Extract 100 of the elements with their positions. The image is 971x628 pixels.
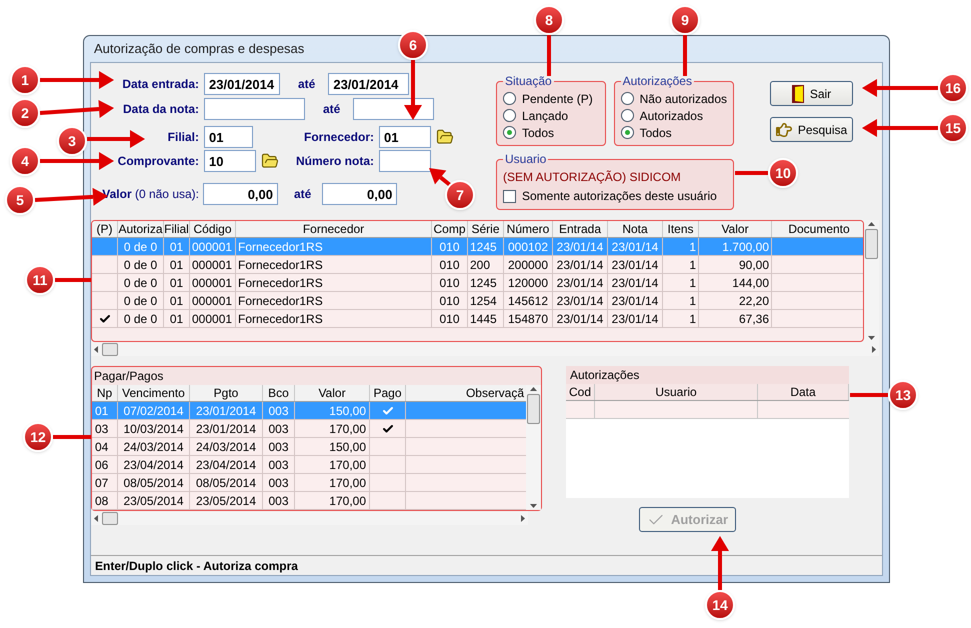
input-field[interactable] <box>353 98 434 120</box>
scroll-thumb[interactable] <box>865 229 878 259</box>
vertical-scrollbar[interactable] <box>526 385 541 510</box>
column-header[interactable]: Bco <box>263 385 295 401</box>
column-header[interactable]: Usuario <box>595 384 758 400</box>
column-header[interactable]: Código <box>190 221 236 237</box>
radio-button[interactable] <box>620 109 634 122</box>
column-header[interactable]: (P) <box>92 221 118 237</box>
scroll-right-icon[interactable] <box>521 514 525 522</box>
scroll-left-icon[interactable] <box>94 514 98 522</box>
scroll-up-icon[interactable] <box>530 387 537 391</box>
exit-button[interactable]: Sair <box>770 81 853 106</box>
column-header[interactable]: Número <box>504 221 553 237</box>
leader-line <box>850 393 888 397</box>
horizontal-scrollbar[interactable] <box>91 511 528 525</box>
group-title: Usuario <box>504 151 548 168</box>
column-header[interactable]: Entrada <box>553 221 608 237</box>
table-row[interactable]: 08 23/05/2014 23/05/2014 003 170,00 <box>92 492 526 510</box>
vertical-scrollbar[interactable] <box>864 220 879 342</box>
search-button[interactable]: Pesquisa <box>770 117 853 142</box>
column-header[interactable]: Nota <box>608 221 663 237</box>
table-row[interactable]: 0 de 0 01 000001 Fornecedor1RS 010 200 200000 23/01/14 23/01/14 1 90,00 <box>92 256 863 274</box>
scroll-left-icon[interactable] <box>94 346 98 352</box>
checkbox-label: Somente autorizações deste usuário <box>522 188 717 205</box>
radio-label: Lançado <box>522 108 568 124</box>
scroll-thumb[interactable] <box>102 342 118 356</box>
column-header[interactable]: Itens <box>663 221 699 237</box>
scroll-thumb[interactable] <box>102 512 118 524</box>
door-icon <box>792 84 804 102</box>
column-header[interactable]: Comp <box>432 221 468 237</box>
leader-line <box>683 35 687 76</box>
table-row[interactable]: 06 23/04/2014 23/04/2014 003 170,00 <box>92 456 526 474</box>
table-row[interactable]: 04 24/03/2014 24/03/2014 003 150,00 <box>92 438 526 456</box>
column-header[interactable]: Pago <box>370 385 406 401</box>
leader-line <box>547 35 551 76</box>
column-header[interactable]: Np <box>92 385 118 401</box>
table-row[interactable]: 07 08/05/2014 08/05/2014 003 170,00 <box>92 474 526 492</box>
leader-line <box>53 435 91 439</box>
callout-badge: 5 <box>5 185 35 215</box>
check-icon <box>98 312 110 324</box>
input-field[interactable]: 01 <box>379 126 431 148</box>
radio-button[interactable] <box>620 92 634 105</box>
callout-arrow <box>711 536 729 590</box>
column-header[interactable]: Valor <box>295 385 370 401</box>
column-header[interactable]: Vencimento <box>118 385 190 401</box>
panel-title: Pagar/Pagos <box>93 368 164 385</box>
table-cell: 003 <box>263 492 295 510</box>
input-field[interactable]: 01 <box>204 126 253 148</box>
radio-button[interactable] <box>620 126 634 139</box>
callout-badge: 9 <box>670 5 700 35</box>
folder-icon[interactable] <box>261 152 279 170</box>
scroll-thumb[interactable] <box>527 394 540 424</box>
table-cell: 154870 <box>504 310 553 328</box>
callout-arrow <box>87 130 145 148</box>
field-label: Data entrada: <box>122 76 199 93</box>
column-header[interactable]: Data <box>758 384 849 400</box>
scroll-down-icon[interactable] <box>868 336 875 340</box>
scroll-right-icon[interactable] <box>872 346 876 352</box>
column-header[interactable]: Valor <box>699 221 772 237</box>
field-label: Fornecedor: <box>304 129 374 146</box>
table-row[interactable]: 0 de 0 01 000001 Fornecedor1RS 010 1445 154870 23/01/14 23/01/14 1 67,36 <box>92 310 863 328</box>
input-field[interactable]: 23/01/2014 <box>204 73 280 95</box>
table-row[interactable]: 0 de 0 01 000001 Fornecedor1RS 010 1254 145612 23/01/14 23/01/14 1 22,20 <box>92 292 863 310</box>
checkbox[interactable] <box>503 190 516 202</box>
table-row[interactable]: 0 de 0 01 000001 Fornecedor1RS 010 1245 120000 23/01/14 23/01/14 1 144,00 <box>92 274 863 292</box>
folder-icon[interactable] <box>436 128 454 146</box>
radio-button[interactable] <box>503 92 516 105</box>
pointing-hand-icon <box>776 122 792 138</box>
radio-button[interactable] <box>503 126 516 139</box>
column-header[interactable]: Série <box>468 221 504 237</box>
field-label: até <box>298 76 316 93</box>
radio-label: Todos <box>640 124 672 142</box>
table-row[interactable]: 03 10/03/2014 23/01/2014 003 170,00 <box>92 420 526 438</box>
scroll-up-icon[interactable] <box>868 222 875 226</box>
input-field[interactable] <box>379 150 431 172</box>
check-icon <box>382 422 394 434</box>
status-bar: Enter/Duplo click - Autoriza compra <box>91 555 882 575</box>
table-cell: 010 <box>432 310 468 328</box>
field-label: Comprovante: <box>118 153 199 170</box>
input-field[interactable]: 0,00 <box>322 183 398 205</box>
column-header[interactable]: Pgto <box>190 385 263 401</box>
radio-button[interactable] <box>503 109 516 122</box>
column-header[interactable]: Filial <box>164 221 190 237</box>
table-cell: 01 <box>164 310 190 328</box>
input-field[interactable]: 0,00 <box>203 183 278 205</box>
column-header[interactable]: Autoriza <box>118 221 164 237</box>
input-field[interactable]: 10 <box>204 150 256 172</box>
table-cell: Fornecedor1RS <box>236 310 432 328</box>
callout-badge: 15 <box>938 113 968 143</box>
scroll-down-icon[interactable] <box>530 504 537 508</box>
field-label: Data da nota: <box>122 101 199 118</box>
column-header[interactable]: Cod <box>566 384 595 400</box>
window-title: Autorização de compras e despesas <box>94 40 304 58</box>
input-field[interactable] <box>204 98 305 120</box>
input-field[interactable]: 23/01/2014 <box>328 73 410 95</box>
column-header[interactable]: Fornecedor <box>236 221 432 237</box>
check-icon <box>382 404 394 416</box>
field-label: até <box>323 101 340 118</box>
callout-badge: 4 <box>10 146 40 176</box>
horizontal-scrollbar[interactable] <box>91 342 879 356</box>
